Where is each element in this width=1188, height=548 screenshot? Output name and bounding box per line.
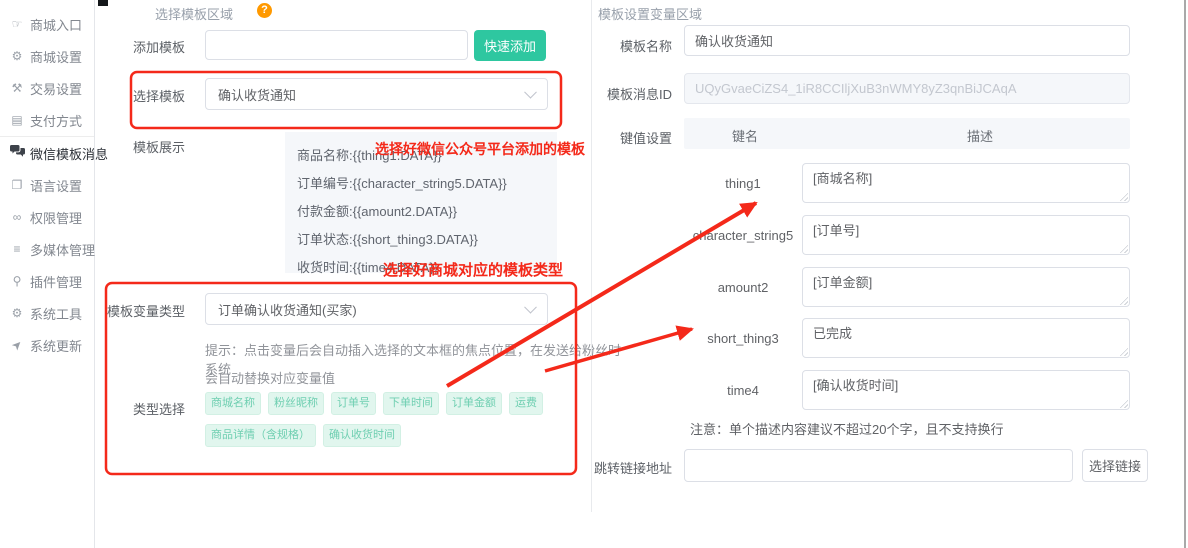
kv-key-character-string5: character_string5 — [684, 228, 802, 243]
send-icon: ➤ — [6, 334, 27, 355]
kv-desc-header: 描述 — [860, 126, 1100, 145]
sidebar-item-language-settings[interactable]: ❐ 语言设置 — [0, 169, 94, 201]
choose-link-button[interactable]: 选择链接 — [1082, 449, 1148, 482]
sidebar-item-media-management[interactable]: ≡ 多媒体管理 — [0, 233, 94, 265]
sidebar: ☞ 商城入口 ⚙ 商城设置 ⚒ 交易设置 ▤ 支付方式 微信模板消息 ❐ 语言设… — [0, 0, 95, 548]
kv-key-header: 键名 — [700, 126, 790, 145]
sidebar-item-label: 支付方式 — [30, 111, 82, 130]
left-section-title: 选择模板区域 — [155, 4, 233, 23]
red-annotation-note2: 选择好商城对应的模板类型 — [383, 259, 563, 280]
tag-product-detail[interactable]: 商品详情（含规格） — [205, 424, 316, 447]
tag-order-no[interactable]: 订单号 — [331, 392, 376, 415]
kv-key-time4: time4 — [684, 383, 802, 398]
kv-note: 注意：单个描述内容建议不超过20个字，且不支持换行 — [690, 419, 1003, 438]
template-msg-id-label: 模板消息ID — [588, 84, 672, 103]
system-tools-icon: ⚙ — [9, 306, 25, 320]
sidebar-item-system-update[interactable]: ➤ 系统更新 — [0, 329, 94, 361]
kv-key-thing1: thing1 — [684, 176, 802, 191]
template-display-line: 订单编号:{{character_string5.DATA}} — [297, 170, 545, 198]
media-list-icon: ≡ — [9, 242, 25, 256]
credit-card-icon: ▤ — [9, 113, 25, 127]
variable-tag-list: 商城名称 粉丝昵称 订单号 下单时间 订单金额 运费 商品详情（含规格） 确认收… — [205, 392, 550, 447]
sidebar-item-permissions[interactable]: ∞ 权限管理 — [0, 201, 94, 233]
right-section-title: 模板设置变量区域 — [598, 4, 702, 23]
sidebar-item-wechat-template-message[interactable]: 微信模板消息 — [0, 136, 94, 169]
kv-desc-row: [确认收货时间] — [802, 370, 1130, 410]
jump-link-label: 跳转链接地址 — [588, 458, 672, 477]
sidebar-item-label: 交易设置 — [30, 79, 82, 98]
wechat-template-message-settings-page: ☞ 商城入口 ⚙ 商城设置 ⚒ 交易设置 ▤ 支付方式 微信模板消息 ❐ 语言设… — [0, 0, 1188, 548]
sidebar-item-label: 权限管理 — [30, 208, 82, 227]
red-annotation-note1: 选择好微信公众号平台添加的模板 — [375, 139, 585, 159]
chevron-down-icon — [524, 301, 537, 314]
tag-fan-nickname[interactable]: 粉丝昵称 — [268, 392, 324, 415]
hint-text-line2: 会自动替换对应变量值 — [205, 368, 625, 387]
screen-artifact — [98, 0, 108, 6]
tag-shipping-fee[interactable]: 运费 — [509, 392, 543, 415]
select-template-label: 选择模板 — [110, 86, 185, 105]
sidebar-item-label: 微信模板消息 — [30, 144, 108, 163]
kv-header-row: 键名 描述 — [684, 118, 1130, 149]
sidebar-item-system-tools[interactable]: ⚙ 系统工具 — [0, 297, 94, 329]
kv-key-short-thing3: short_thing3 — [684, 331, 802, 346]
template-var-type-label: 模板变量类型 — [95, 301, 185, 320]
tag-order-time[interactable]: 下单时间 — [383, 392, 439, 415]
select-template-dropdown[interactable]: 确认收货通知 — [205, 78, 548, 110]
template-var-type-value: 订单确认收货通知(买家) — [218, 300, 357, 319]
template-msg-id-input — [684, 73, 1130, 104]
sidebar-item-trade-settings[interactable]: ⚒ 交易设置 — [0, 72, 94, 104]
kv-key-amount2: amount2 — [684, 280, 802, 295]
tools-icon: ⚒ — [9, 81, 25, 95]
template-display-line: 订单状态:{{short_thing3.DATA}} — [297, 226, 545, 254]
sidebar-item-label: 系统工具 — [30, 304, 82, 323]
permissions-icon: ∞ — [9, 210, 25, 224]
select-template-value: 确认收货通知 — [218, 85, 296, 104]
type-select-label: 类型选择 — [110, 399, 185, 418]
kv-desc-row: [订单金额] — [802, 267, 1130, 307]
tag-mall-name[interactable]: 商城名称 — [205, 392, 261, 415]
sidebar-item-label: 插件管理 — [30, 272, 82, 291]
chevron-down-icon — [524, 86, 537, 99]
help-icon[interactable]: ? — [257, 3, 272, 18]
panel-divider — [591, 0, 592, 512]
gear-icon: ⚙ — [9, 49, 25, 63]
sidebar-item-payment-methods[interactable]: ▤ 支付方式 — [0, 104, 94, 136]
sidebar-item-label: 商城设置 — [30, 47, 82, 66]
template-name-input[interactable] — [684, 25, 1130, 56]
jump-link-input[interactable] — [684, 449, 1073, 482]
sidebar-item-label: 系统更新 — [30, 336, 82, 355]
plugin-icon: ⚲ — [9, 274, 25, 288]
template-display-label: 模板展示 — [110, 137, 185, 156]
quick-add-button[interactable]: 快速添加 — [474, 30, 546, 61]
language-icon: ❐ — [9, 178, 25, 192]
hand-pointer-icon: ☞ — [9, 17, 25, 31]
tag-order-amount[interactable]: 订单金额 — [446, 392, 502, 415]
kv-desc-row: [商城名称] — [802, 163, 1130, 203]
kv-desc-short-thing3-textarea[interactable]: 已完成 — [802, 318, 1130, 358]
add-template-label: 添加模板 — [110, 37, 185, 56]
sidebar-item-label: 多媒体管理 — [30, 240, 95, 259]
comments-icon — [9, 145, 25, 161]
sidebar-item-mall-settings[interactable]: ⚙ 商城设置 — [0, 40, 94, 72]
tag-confirm-receipt-time[interactable]: 确认收货时间 — [323, 424, 401, 447]
sidebar-item-label: 语言设置 — [30, 176, 82, 195]
template-var-type-dropdown[interactable]: 订单确认收货通知(买家) — [205, 293, 548, 325]
kv-desc-thing1-textarea[interactable]: [商城名称] — [802, 163, 1130, 203]
kv-settings-label: 键值设置 — [596, 128, 672, 147]
kv-desc-character-string5-textarea[interactable]: [订单号] — [802, 215, 1130, 255]
kv-desc-amount2-textarea[interactable]: [订单金额] — [802, 267, 1130, 307]
template-name-label: 模板名称 — [596, 36, 672, 55]
template-display-line: 付款金额:{{amount2.DATA}} — [297, 198, 545, 226]
sidebar-item-mall-entry[interactable]: ☞ 商城入口 — [0, 8, 94, 40]
sidebar-item-plugin-management[interactable]: ⚲ 插件管理 — [0, 265, 94, 297]
kv-desc-row: 已完成 — [802, 318, 1130, 358]
kv-desc-time4-textarea[interactable]: [确认收货时间] — [802, 370, 1130, 410]
kv-desc-row: [订单号] — [802, 215, 1130, 255]
sidebar-item-label: 商城入口 — [30, 15, 82, 34]
window-edge — [1184, 0, 1186, 548]
add-template-input[interactable] — [205, 30, 468, 60]
